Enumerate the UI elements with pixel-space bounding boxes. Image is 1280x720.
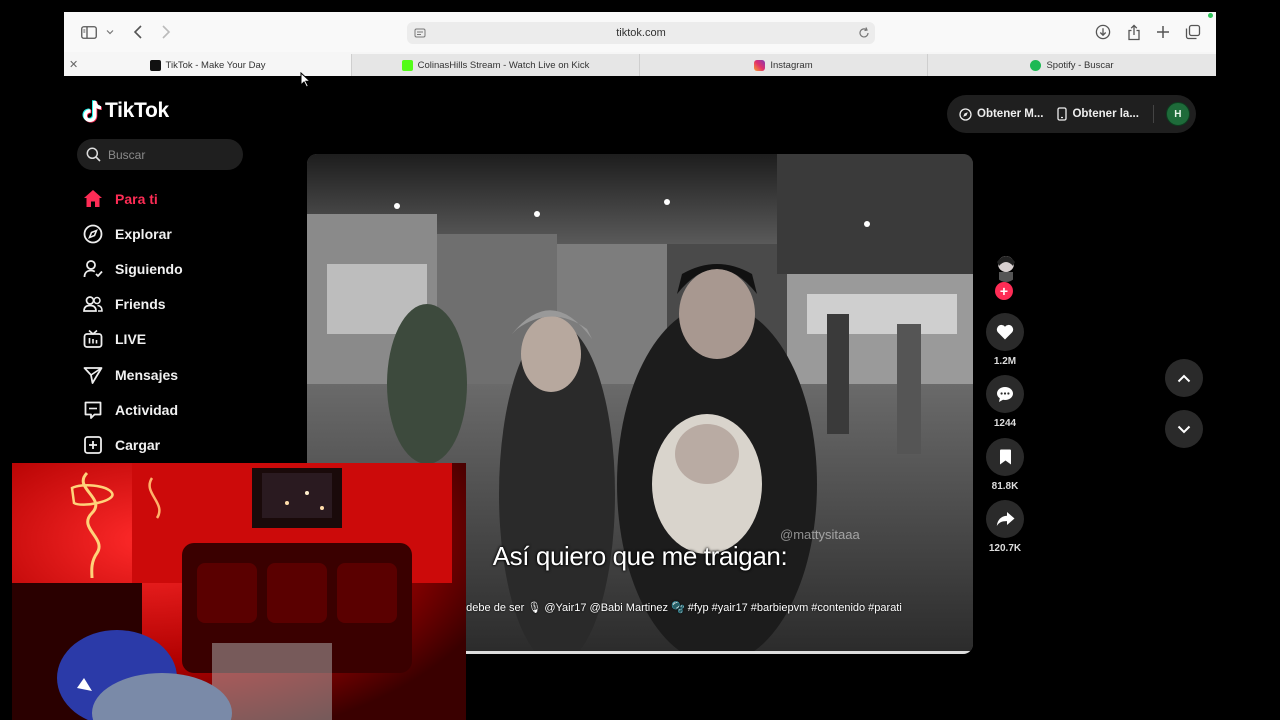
- share-button[interactable]: [986, 500, 1024, 538]
- url-text: tiktok.com: [616, 27, 666, 39]
- kick-favicon-icon: [401, 59, 413, 71]
- sidebar-item-friends[interactable]: Friends: [82, 287, 282, 322]
- get-app-label: Obtener la...: [1072, 108, 1139, 120]
- phone-icon: [1057, 107, 1068, 121]
- sidebar-item-label: Actividad: [115, 401, 179, 418]
- downloads-icon[interactable]: [1094, 23, 1112, 41]
- video-watermark: @mattysitaaa: [780, 527, 860, 542]
- friends-icon: [82, 293, 104, 315]
- save-count: 81.8K: [991, 481, 1019, 492]
- like-button[interactable]: [986, 313, 1024, 351]
- sidebar-item-label: LIVE: [115, 331, 147, 348]
- share-count: 120.7K: [988, 543, 1022, 554]
- save-button[interactable]: [986, 438, 1024, 476]
- get-app-button[interactable]: Obtener la...: [1057, 107, 1139, 121]
- live-tv-icon: [82, 328, 104, 350]
- browser-window: tiktok.com ✕ TikTok - Make Your Day Coli…: [64, 12, 1216, 76]
- sidebar-item-label: Mensajes: [115, 366, 179, 383]
- compass-small-icon: [959, 107, 972, 121]
- instagram-favicon-icon: [754, 59, 766, 71]
- search-box[interactable]: [77, 139, 243, 170]
- mouse-cursor-icon: [300, 72, 312, 88]
- address-bar[interactable]: tiktok.com: [407, 22, 875, 44]
- creator-avatar[interactable]: [993, 252, 1019, 282]
- upload-plus-icon: [82, 434, 104, 456]
- sidebar-item-mensajes[interactable]: Mensajes: [82, 357, 282, 392]
- sidebar-item-label: Cargar: [115, 436, 161, 453]
- divider: [1152, 105, 1154, 123]
- video-description[interactable]: o debe de ser 🎙 @Yair17 @Babi Martinez 🫧…: [457, 601, 902, 614]
- chevron-up-icon: [1177, 374, 1191, 382]
- sidebar-toggle-icon[interactable]: [80, 23, 98, 41]
- home-icon: [82, 188, 104, 210]
- tiktok-favicon-icon: [149, 59, 161, 71]
- status-dot: [1208, 13, 1213, 18]
- share-action[interactable]: 120.7K: [985, 500, 1025, 554]
- profile-avatar[interactable]: H: [1165, 102, 1190, 126]
- follow-button[interactable]: +: [995, 282, 1013, 300]
- search-icon: [86, 147, 101, 162]
- comment-action[interactable]: 1244: [985, 375, 1025, 429]
- tab-title: Spotify - Buscar: [1046, 59, 1114, 71]
- tab-title: Instagram: [770, 59, 813, 71]
- back-icon[interactable]: [129, 23, 147, 41]
- save-action[interactable]: 81.8K: [985, 438, 1025, 492]
- sidebar-item-actividad[interactable]: Actividad: [82, 392, 282, 427]
- comment-button[interactable]: [986, 375, 1024, 413]
- tab-overview-icon[interactable]: [1184, 23, 1202, 41]
- browser-toolbar: tiktok.com: [64, 12, 1216, 52]
- share-icon[interactable]: [1125, 23, 1143, 41]
- webcam-overlay: [12, 463, 466, 720]
- share-arrow-icon: [996, 512, 1014, 526]
- reload-icon[interactable]: [857, 26, 871, 40]
- tiktok-logo[interactable]: TikTok: [82, 97, 169, 125]
- sidebar-item-explorar[interactable]: Explorar: [82, 216, 282, 251]
- user-follow-icon: [82, 258, 104, 280]
- sidebar-item-siguiendo[interactable]: Siguiendo: [82, 251, 282, 286]
- heart-icon: [996, 324, 1014, 340]
- search-input[interactable]: [108, 147, 228, 162]
- bookmark-icon: [999, 449, 1011, 465]
- tiktok-wordmark: TikTok: [105, 99, 169, 122]
- sidebar-item-live[interactable]: LIVE: [82, 322, 282, 357]
- top-right-actions: Obtener M... Obtener la... H: [947, 95, 1196, 133]
- forward-icon[interactable]: [157, 23, 175, 41]
- sidebar-item-label: Siguiendo: [115, 260, 183, 277]
- tab-bar: ✕ TikTok - Make Your Day ColinasHills St…: [64, 54, 1216, 76]
- chevron-down-icon[interactable]: [104, 23, 116, 41]
- tiktok-note-icon: [82, 99, 102, 123]
- tab-title: TikTok - Make Your Day: [165, 59, 266, 71]
- page-settings-icon[interactable]: [413, 26, 427, 40]
- get-coins-label: Obtener M...: [977, 108, 1044, 120]
- compass-icon: [82, 223, 104, 245]
- chevron-down-icon: [1177, 425, 1191, 433]
- previous-video-button[interactable]: [1165, 359, 1203, 397]
- close-icon[interactable]: ✕: [69, 58, 78, 71]
- next-video-button[interactable]: [1165, 410, 1203, 448]
- like-count: 1.2M: [993, 356, 1017, 367]
- new-tab-icon[interactable]: [1154, 23, 1172, 41]
- sidebar-item-cargar[interactable]: Cargar: [82, 427, 282, 462]
- like-action[interactable]: 1.2M: [985, 313, 1025, 367]
- sidebar-nav: Para ti Explorar Siguiendo Friends LIVE …: [82, 181, 282, 463]
- sidebar-item-label: Para ti: [115, 190, 158, 207]
- send-icon: [82, 364, 104, 386]
- sidebar-item-para-ti[interactable]: Para ti: [82, 181, 282, 216]
- sidebar-item-label: Friends: [115, 296, 166, 313]
- spotify-favicon-icon: [1030, 59, 1042, 71]
- tab-spotify[interactable]: Spotify - Buscar: [928, 54, 1216, 76]
- comment-count: 1244: [993, 418, 1017, 429]
- tab-instagram[interactable]: Instagram: [640, 54, 928, 76]
- get-coins-button[interactable]: Obtener M...: [959, 107, 1044, 121]
- tab-kick[interactable]: ColinasHills Stream - Watch Live on Kick: [352, 54, 640, 76]
- tab-title: ColinasHills Stream - Watch Live on Kick: [417, 59, 590, 71]
- sidebar-item-label: Explorar: [115, 225, 172, 242]
- webcam-feed: [12, 463, 466, 720]
- comment-icon: [997, 386, 1013, 402]
- activity-icon: [82, 399, 104, 421]
